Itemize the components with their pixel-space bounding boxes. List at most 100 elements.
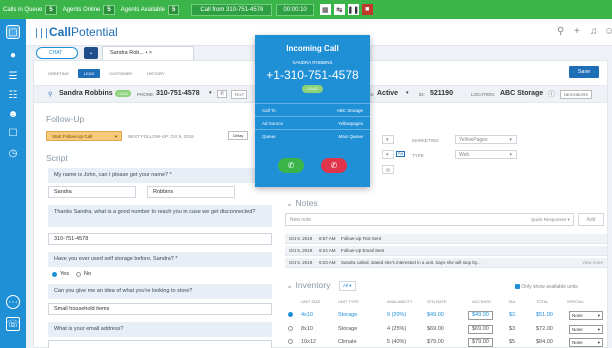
reports-icon[interactable]: ☷: [6, 88, 20, 102]
dashboard-icon[interactable]: ▢: [6, 25, 20, 39]
items-field[interactable]: Small household items: [48, 303, 272, 315]
marketing-label: MARKETING: [412, 138, 439, 143]
delay-button[interactable]: Delay: [228, 131, 249, 140]
text-button[interactable]: TEXT: [231, 90, 248, 99]
tab-dropdown-button[interactable]: ⌄: [84, 47, 98, 59]
note-time: 8:57 AM: [319, 236, 336, 241]
unit-adj-rate[interactable]: $79.00: [468, 338, 493, 347]
info-icon[interactable]: ⓘ: [548, 89, 555, 99]
calendar-icon[interactable]: ▤: [382, 165, 394, 174]
add-icon[interactable]: +: [574, 26, 580, 37]
special-select[interactable]: None ▾: [569, 338, 603, 347]
transfer-icon[interactable]: ↹: [333, 4, 345, 15]
chat-tab[interactable]: CHAT: [36, 47, 78, 59]
subtab-lead[interactable]: LEAD: [77, 69, 101, 78]
unit-radio[interactable]: [288, 326, 293, 331]
type-select[interactable]: Web ▾: [455, 150, 517, 159]
pause-icon[interactable]: ❚❚: [347, 4, 359, 15]
tasks-icon[interactable]: ☐: [6, 126, 20, 140]
save-button[interactable]: Save: [569, 66, 599, 78]
users-icon[interactable]: ☻: [6, 107, 20, 121]
status-value[interactable]: Active: [377, 90, 398, 97]
account-icon[interactable]: ☺: [604, 26, 612, 37]
subtab-history[interactable]: HISTORY: [141, 69, 171, 78]
location-label: LOCATION:: [471, 92, 495, 97]
record-tab[interactable]: Sandra Rob... • ×: [102, 46, 194, 60]
unit-type: Climate: [338, 339, 357, 345]
first-name-field[interactable]: Sandra: [48, 186, 136, 198]
unit-size: 10x12: [301, 339, 316, 345]
agents-available-label: Agents Available: [120, 6, 166, 13]
quick-responses-dropdown[interactable]: Quick Responses ▾: [531, 217, 570, 223]
marketing-select[interactable]: YellowPages ▾: [455, 135, 517, 144]
header-tax: TAX: [508, 299, 516, 304]
answer-call-button[interactable]: ✆: [278, 158, 304, 173]
queue-status-bar: Calls in Queue 5 Agents Online 5 Agents Av…: [0, 0, 612, 19]
subtab-greeting[interactable]: GREETING: [42, 69, 75, 78]
email-field[interactable]: [48, 340, 272, 348]
left-nav-rail: ▢ ● ☰ ☷ ☻ ☐ ◷ ⋯ ☏: [0, 19, 26, 348]
caller-lead-badge: LEAD: [302, 85, 323, 93]
unit-adj-rate[interactable]: $49.00: [468, 311, 493, 320]
decline-call-button[interactable]: ✆: [321, 158, 347, 173]
notifications-icon[interactable]: ♫: [590, 26, 598, 37]
call-from-indicator[interactable]: Call from 310-751-4578: [191, 3, 273, 16]
note-date: Oct 6, 2019: [289, 236, 313, 241]
script-title: Script: [46, 153, 68, 163]
record-icon[interactable]: ■: [361, 4, 373, 15]
clock-icon[interactable]: ◷: [6, 146, 20, 160]
unit-radio[interactable]: [288, 339, 293, 344]
subtab-customer[interactable]: CUSTOMER: [103, 69, 138, 78]
record-subtabs: GREETING LEAD CUSTOMER HISTORY: [42, 69, 174, 78]
unit-tax: $3: [509, 326, 516, 332]
add-note-button[interactable]: Add: [578, 213, 604, 226]
incoming-call-popup: Incoming Call SANDRA ROBBINS +1-310-751-…: [255, 35, 370, 187]
phone-field[interactable]: 310-751-4578: [48, 233, 272, 245]
contacts-icon[interactable]: ●: [6, 48, 20, 62]
header-total: TOTAL: [536, 299, 549, 304]
call-icon[interactable]: ✆: [217, 90, 228, 98]
special-select[interactable]: None ▾: [569, 311, 603, 320]
last-name-field[interactable]: Robbins: [147, 186, 235, 198]
caller-name: SANDRA ROBBINS: [292, 60, 333, 65]
chat-icon[interactable]: ⋯: [6, 295, 20, 309]
yes-radio[interactable]: [52, 271, 57, 277]
only-available-toggle[interactable]: Only show available units: [515, 284, 578, 290]
unit-tax: $5: [509, 339, 516, 345]
neighbors-button[interactable]: NEIGHBORS: [560, 90, 593, 99]
table-row[interactable]: 10x12 Climate 5 (40%) $79.00 $79.00 $5 $…: [285, 336, 607, 348]
search-contact-icon[interactable]: ⚲: [48, 91, 52, 98]
location-value[interactable]: ABC Storage: [500, 90, 543, 97]
no-radio[interactable]: [75, 271, 81, 277]
header-std-rate: STD RATE: [427, 299, 447, 304]
unit-adj-rate[interactable]: $69.00: [468, 325, 493, 334]
view-more-link[interactable]: view more: [582, 258, 603, 268]
phone-icon[interactable]: ☏: [6, 317, 20, 331]
keypad-icon[interactable]: ▦: [319, 4, 331, 15]
calls-in-queue-label: Calls in Queue: [3, 6, 43, 13]
unit-total: $72.00: [536, 326, 553, 332]
special-select[interactable]: None ▾: [569, 325, 603, 334]
yes-label: Yes: [60, 271, 69, 277]
pm-toggle[interactable]: PM: [396, 151, 406, 157]
table-row[interactable]: 4x10 Storage 9 (20%) $49.00 $49.00 $2. $…: [285, 309, 607, 321]
start-followup-button[interactable]: Start Follow-Up Call ▾: [46, 131, 122, 141]
phone-dropdown-icon[interactable]: ▾: [209, 90, 212, 96]
unit-type: Storage: [338, 312, 358, 318]
only-available-checkbox[interactable]: [515, 284, 520, 290]
note-date: Oct 5, 2019: [289, 248, 313, 253]
status-dropdown-icon[interactable]: ▾: [406, 90, 409, 96]
unit-radio[interactable]: [288, 312, 293, 317]
documents-icon[interactable]: ☰: [6, 69, 20, 83]
unit-type: Storage: [338, 326, 358, 332]
time-dropdown[interactable]: ▾: [382, 150, 394, 159]
agents-available-count: 5: [168, 4, 180, 15]
table-row[interactable]: 8x10 Storage 4 (25%) $69.00 $69.00 $3 $7…: [285, 323, 607, 335]
contact-name: Sandra Robbins: [59, 90, 113, 97]
callpotential-logo[interactable]: ∣∣∣CallPotential: [34, 25, 118, 39]
search-icon[interactable]: ⚲: [557, 26, 564, 37]
hidden-field-dropdown[interactable]: ▾: [382, 135, 394, 144]
note-text: Follow-Up Email Sent: [341, 248, 385, 253]
incoming-call-title: Incoming Call: [286, 44, 339, 53]
inventory-filter[interactable]: All ▾: [339, 281, 356, 291]
